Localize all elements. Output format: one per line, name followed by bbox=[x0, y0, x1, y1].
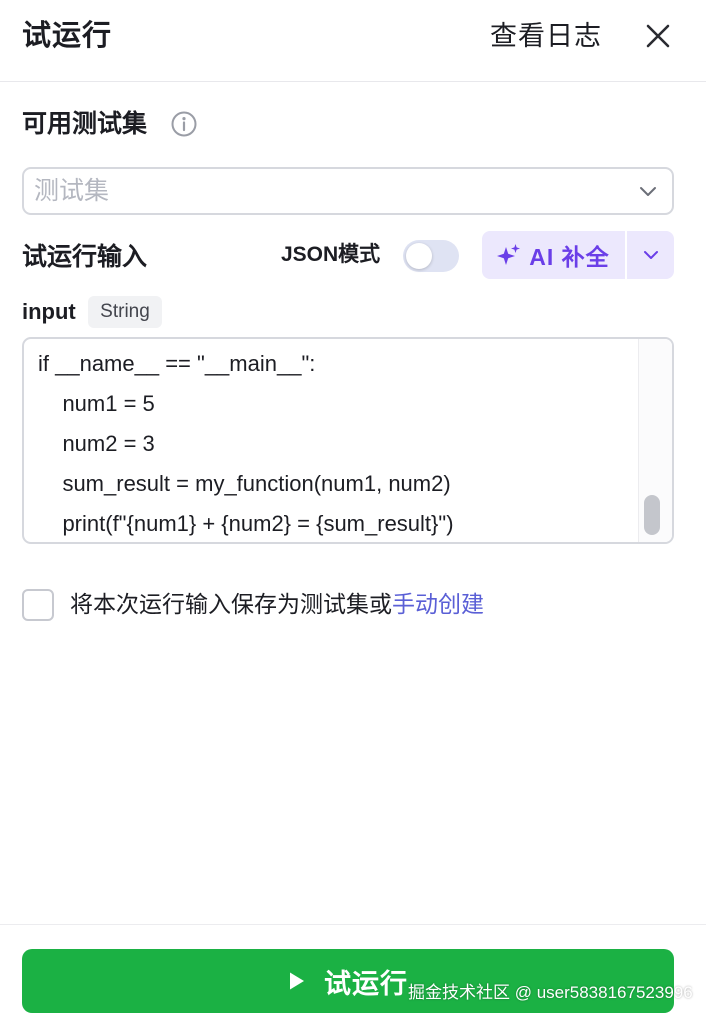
code-line: num2 = 3 bbox=[38, 431, 155, 456]
json-mode-label: JSON模式 bbox=[281, 243, 381, 266]
chevron-down-icon bbox=[640, 187, 656, 196]
code-line: sum_result = my_function(num1, num2) bbox=[38, 471, 451, 496]
info-icon[interactable] bbox=[170, 110, 198, 138]
test-set-label: 可用测试集 bbox=[22, 110, 148, 138]
watermark: 掘金技术社区 @ user5838167523996 bbox=[408, 983, 693, 1002]
manual-create-link[interactable]: 手动创建 bbox=[392, 591, 484, 617]
test-set-placeholder: 测试集 bbox=[34, 177, 110, 205]
ai-complete-label: AI 补全 bbox=[529, 244, 610, 270]
param-name: input bbox=[22, 299, 76, 324]
play-icon bbox=[290, 972, 304, 990]
code-line: if __name__ == "__main__": bbox=[38, 351, 316, 376]
code-line: num1 = 5 bbox=[38, 391, 155, 416]
trial-run-label: 试运行 bbox=[324, 968, 408, 999]
scrollbar-thumb[interactable] bbox=[644, 495, 660, 535]
save-option-text: 将本次运行输入保存为测试集或手动创建 bbox=[70, 586, 484, 622]
ai-complete-button[interactable]: AI 补全 bbox=[482, 231, 625, 279]
param-type-badge: String bbox=[88, 296, 162, 328]
panel-title: 试运行 bbox=[22, 20, 113, 52]
chevron-down-icon bbox=[643, 251, 658, 259]
toggle-knob bbox=[406, 243, 432, 269]
save-option-label: 将本次运行输入保存为测试集或 bbox=[70, 591, 392, 617]
run-input-label: 试运行输入 bbox=[22, 243, 148, 271]
close-icon bbox=[646, 24, 670, 48]
code-line: print(f"{num1} + {num2} = {sum_result}") bbox=[38, 511, 454, 536]
save-as-test-set-checkbox[interactable] bbox=[22, 589, 54, 621]
close-button[interactable] bbox=[638, 16, 678, 56]
panel-header: 试运行 查看日志 bbox=[0, 0, 706, 82]
view-logs-button[interactable]: 查看日志 bbox=[490, 16, 602, 56]
ai-complete-dropdown[interactable] bbox=[627, 231, 674, 279]
test-set-select[interactable]: 测试集 bbox=[22, 167, 674, 215]
input-code-editor[interactable]: if __name__ == "__main__": num1 = 5 num2… bbox=[22, 337, 674, 544]
json-mode-toggle[interactable] bbox=[403, 240, 459, 272]
sparkle-icon bbox=[497, 244, 521, 265]
trial-run-panel: 试运行 查看日志 可用测试集 测试集 试运行输入 JSON模式 AI 补全 in… bbox=[0, 0, 706, 1024]
